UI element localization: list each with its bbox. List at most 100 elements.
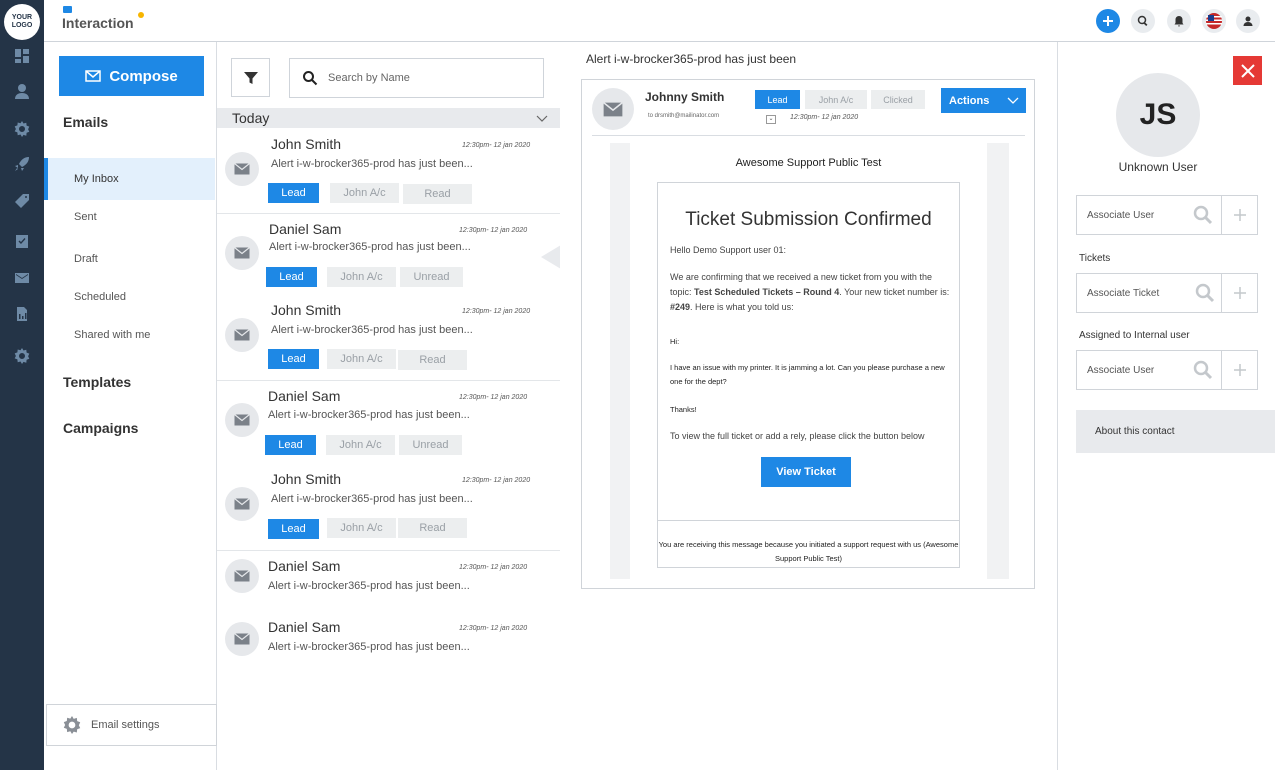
- tag-account[interactable]: John A/c: [327, 349, 396, 369]
- folder-scheduled[interactable]: Scheduled: [44, 276, 215, 318]
- associate-user-input[interactable]: [1087, 209, 1187, 221]
- actions-label: Actions: [949, 94, 990, 107]
- list-item[interactable]: John Smith 12:30pm- 12 jan 2020 Alert i-…: [217, 128, 560, 214]
- tag-status[interactable]: Unread: [400, 267, 463, 287]
- reports-icon[interactable]: [13, 305, 31, 323]
- tag-status[interactable]: Read: [398, 518, 467, 538]
- language-button[interactable]: [1202, 9, 1226, 33]
- email-brand: Awesome Support Public Test: [735, 157, 882, 169]
- ticket-number: #249: [670, 302, 691, 312]
- list-item[interactable]: Daniel Sam 12:30pm- 12 jan 2020 Alert i-…: [217, 612, 560, 672]
- profile-button[interactable]: [1236, 9, 1260, 33]
- tag-account[interactable]: John A/c: [327, 267, 396, 287]
- app-brand[interactable]: Interaction: [62, 6, 144, 31]
- tag-status[interactable]: Unread: [399, 435, 462, 455]
- folder-draft[interactable]: Draft: [44, 238, 215, 280]
- confirm-mid: . Your new ticket number is:: [839, 287, 950, 297]
- email-body: Awesome Support Public Test Ticket Submi…: [610, 143, 1009, 579]
- actions-dropdown[interactable]: Actions: [941, 88, 1026, 113]
- email-thanks: Thanks!: [670, 405, 697, 414]
- details-toggle[interactable]: ⌄: [766, 115, 776, 124]
- tag-lead[interactable]: Lead: [755, 90, 800, 109]
- close-button[interactable]: [1233, 56, 1262, 85]
- folder-sent[interactable]: Sent: [44, 196, 215, 238]
- message-time: 12:30pm- 12 jan 2020: [459, 394, 528, 401]
- list-item[interactable]: John Smith 12:30pm- 12 jan 2020 Alert i-…: [217, 461, 560, 550]
- sender-avatar: [225, 152, 259, 186]
- tasks-icon[interactable]: [13, 232, 31, 250]
- envelope-icon: [63, 6, 72, 13]
- search-button[interactable]: [1131, 9, 1155, 33]
- sender-avatar: [225, 236, 259, 270]
- email-settings-label: Email settings: [91, 719, 160, 731]
- add-user-button[interactable]: [1221, 196, 1257, 234]
- assigned-user-input[interactable]: [1087, 364, 1187, 376]
- add-assigned-user-button[interactable]: [1221, 351, 1257, 389]
- tag-lead[interactable]: Lead: [268, 183, 319, 203]
- message-time: 12:30pm- 12 jan 2020: [459, 564, 528, 571]
- tag-account[interactable]: John A/c: [330, 183, 399, 203]
- tag-icon[interactable]: [13, 192, 31, 210]
- confirm-suffix: . Here is what you told us:: [690, 302, 794, 312]
- contact-panel: JS Unknown User Tickets Assigned to Inte…: [1057, 42, 1275, 770]
- cog-icon[interactable]: [13, 347, 31, 365]
- list-item[interactable]: Daniel Sam 12:30pm- 12 jan 2020 Alert i-…: [217, 381, 560, 461]
- logo[interactable]: YOUR LOGO: [4, 4, 40, 40]
- filter-button[interactable]: [231, 58, 270, 97]
- search-icon: [1193, 205, 1213, 225]
- message-time: 12:30pm- 12 jan 2020: [459, 625, 528, 632]
- message-subject: Alert i-w-brocker365-prod has just been.…: [271, 324, 473, 336]
- email-content: Awesome Support Public Test Ticket Submi…: [630, 143, 987, 579]
- folder-my-inbox[interactable]: My Inbox: [44, 158, 215, 200]
- list-item[interactable]: Daniel Sam 12:30pm- 12 jan 2020 Alert i-…: [217, 551, 560, 611]
- tag-lead[interactable]: Lead: [268, 349, 319, 369]
- contacts-icon[interactable]: [13, 82, 31, 100]
- campaigns-heading[interactable]: Campaigns: [63, 420, 138, 436]
- rocket-icon[interactable]: [13, 155, 31, 173]
- message-subject: Alert i-w-brocker365-prod has just been.…: [268, 409, 470, 421]
- sender-avatar: [225, 559, 259, 593]
- folder-shared-with-me[interactable]: Shared with me: [44, 314, 215, 356]
- tag-status[interactable]: Read: [398, 350, 467, 370]
- tag-status[interactable]: Read: [403, 184, 472, 204]
- tag-lead[interactable]: Lead: [268, 519, 319, 539]
- email-issue: I have an issue with my printer. It is j…: [670, 363, 945, 386]
- tag-lead[interactable]: Lead: [265, 435, 316, 455]
- envelope-icon: [603, 101, 623, 116]
- settings-gear-icon[interactable]: [13, 120, 31, 138]
- mail-icon[interactable]: [13, 269, 31, 287]
- group-header-today[interactable]: Today: [217, 108, 560, 128]
- email-settings-button[interactable]: Email settings: [46, 704, 217, 746]
- tag-lead[interactable]: Lead: [266, 267, 317, 287]
- tag-account[interactable]: John A/c: [327, 518, 396, 538]
- envelope-icon: [234, 414, 250, 426]
- contact-name: Unknown User: [1118, 160, 1198, 174]
- email-greeting: Hello Demo Support user 01:: [670, 245, 787, 255]
- compose-label: Compose: [109, 67, 178, 85]
- compose-button[interactable]: Compose: [59, 56, 204, 96]
- plus-icon: [1233, 364, 1246, 376]
- bell-icon: [1174, 16, 1184, 27]
- emails-heading[interactable]: Emails: [63, 114, 108, 130]
- add-ticket-button[interactable]: [1221, 274, 1257, 312]
- tag-account[interactable]: John A/c: [805, 90, 867, 109]
- view-ticket-button[interactable]: View Ticket: [761, 457, 851, 487]
- message-time: 12:30pm- 12 jan 2020: [459, 227, 528, 234]
- filter-icon: [243, 71, 258, 84]
- folder-sidebar: Compose Emails My Inbox Sent Draft Sched…: [44, 42, 217, 770]
- templates-heading[interactable]: Templates: [63, 374, 131, 390]
- dashboard-icon[interactable]: [13, 47, 31, 65]
- assigned-user-field: [1076, 350, 1258, 390]
- envelope-icon: [234, 247, 250, 259]
- list-item[interactable]: John Smith 12:30pm- 12 jan 2020 Alert i-…: [217, 294, 560, 380]
- add-button[interactable]: [1096, 9, 1120, 33]
- list-item[interactable]: Daniel Sam 12:30pm- 12 jan 2020 Alert i-…: [217, 214, 560, 294]
- app-name: Interaction: [62, 15, 134, 31]
- search-input[interactable]: [328, 72, 528, 84]
- associate-ticket-input[interactable]: [1087, 287, 1187, 299]
- tag-status[interactable]: Clicked: [871, 90, 925, 109]
- tag-account[interactable]: John A/c: [326, 435, 395, 455]
- about-contact-section[interactable]: About this contact: [1076, 410, 1275, 453]
- notifications-button[interactable]: [1167, 9, 1191, 33]
- top-header: Interaction: [44, 0, 1275, 42]
